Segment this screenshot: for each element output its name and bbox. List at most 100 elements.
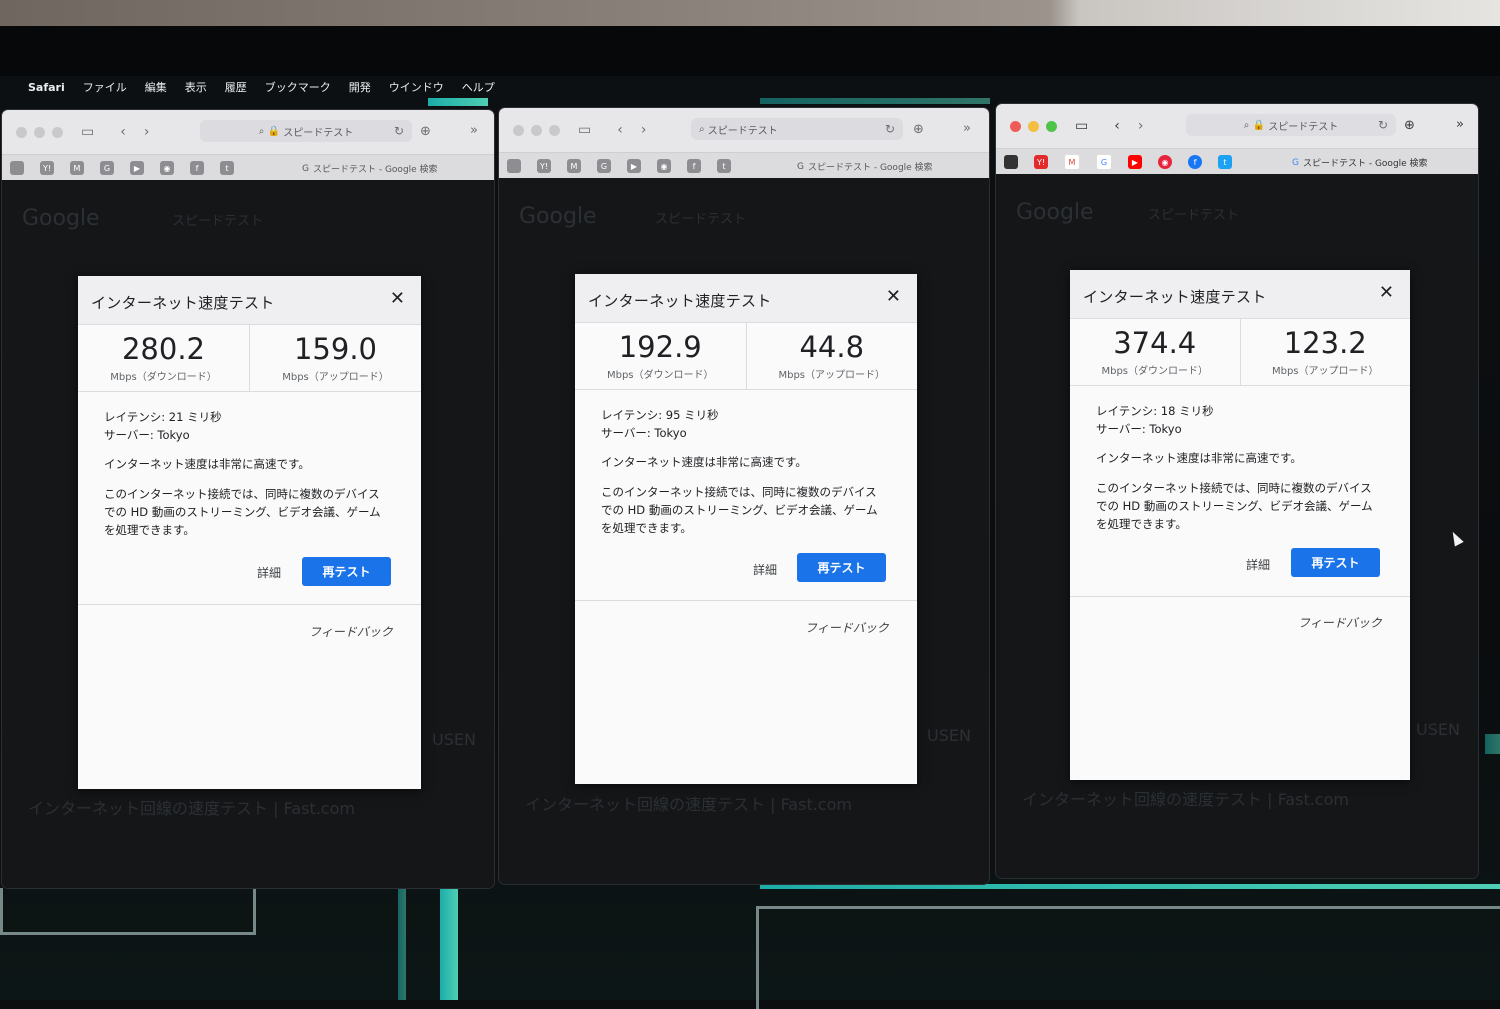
forward-icon[interactable]: › [144, 124, 150, 140]
latency-text: レイテンシ: 95 ミリ秒 [601, 408, 719, 422]
google-fav-icon[interactable]: G [100, 161, 114, 175]
twitter-fav-icon[interactable]: t [1218, 155, 1232, 169]
feedback-link[interactable]: フィードバック [309, 623, 393, 640]
gmail-fav-icon[interactable]: M [567, 159, 581, 173]
youtube-fav-icon[interactable]: ▶ [130, 161, 144, 175]
yahoo-fav-icon[interactable]: Y! [40, 161, 54, 175]
apple-fav-icon[interactable] [10, 161, 24, 175]
download-result: 374.4 Mbps（ダウンロード） [1070, 318, 1240, 385]
twitter-fav-icon[interactable]: t [717, 159, 731, 173]
minimize-window-button[interactable] [34, 126, 45, 138]
youtube-fav-icon[interactable]: ▶ [627, 159, 641, 173]
address-bar[interactable]: ⌕ 🔒 スピードテスト ↻ [1186, 114, 1396, 136]
twitter-fav-icon[interactable]: t [220, 161, 234, 175]
menu-file[interactable]: ファイル [83, 79, 127, 95]
sidebar-icon[interactable]: ▭ [578, 122, 591, 138]
music-fav-icon[interactable]: ◉ [1158, 155, 1172, 169]
facebook-fav-icon[interactable]: f [190, 161, 204, 175]
tab-title[interactable]: G スピードテスト - Google 検索 [1292, 156, 1428, 170]
yahoo-fav-icon[interactable]: Y! [537, 159, 551, 173]
sidebar-icon[interactable]: ▭ [81, 124, 94, 140]
details-link[interactable]: 詳細 [257, 564, 281, 581]
music-fav-icon[interactable]: ◉ [657, 159, 671, 173]
download-icon[interactable]: ⊕ [420, 124, 431, 139]
reload-icon[interactable]: ↻ [394, 124, 404, 138]
retest-button[interactable]: 再テスト [1291, 548, 1380, 577]
close-icon[interactable]: ✕ [1379, 282, 1394, 303]
menu-bookmarks[interactable]: ブックマーク [265, 79, 331, 95]
speed-results: 374.4 Mbps（ダウンロード） 123.2 Mbps（アップロード） [1070, 318, 1410, 386]
tab-title-text: スピードテスト - Google 検索 [807, 163, 933, 173]
browser-window-2[interactable]: ▭ ‹ › ⌕ スピードテスト ↻ ⊕ » Y! M G ▶ ◉ f t G ス… [499, 108, 989, 884]
dialog-title: インターネット速度テスト [588, 292, 772, 310]
address-bar[interactable]: ⌕ スピードテスト ↻ [691, 118, 903, 140]
close-icon[interactable]: ✕ [390, 288, 405, 309]
menu-help[interactable]: ヘルプ [462, 79, 495, 95]
bg-search-query: スピードテスト [1148, 208, 1240, 223]
youtube-fav-icon[interactable]: ▶ [1128, 155, 1142, 169]
retest-button[interactable]: 再テスト [302, 557, 391, 586]
menu-develop[interactable]: 開発 [349, 79, 371, 95]
close-window-button[interactable] [513, 124, 524, 136]
reload-icon[interactable]: ↻ [885, 122, 895, 136]
test-info: レイテンシ: 18 ミリ秒 サーバー: Tokyo インターネット速度は非常に高… [1096, 402, 1390, 533]
facebook-fav-icon[interactable]: f [687, 159, 701, 173]
bg-google-logo: Google [1016, 200, 1094, 225]
minimize-window-button[interactable] [1028, 120, 1039, 132]
close-window-button[interactable] [1010, 120, 1021, 132]
retest-button[interactable]: 再テスト [797, 553, 886, 582]
sidebar-icon[interactable]: ▭ [1075, 118, 1088, 134]
wallpaper-glow [428, 98, 488, 106]
details-link[interactable]: 詳細 [753, 561, 777, 578]
tab-title[interactable]: G スピードテスト - Google 検索 [302, 162, 438, 176]
dialog-header: インターネット速度テスト ✕ [1070, 270, 1410, 319]
more-icon[interactable]: » [963, 121, 971, 136]
feedback-link[interactable]: フィードバック [805, 619, 889, 636]
wall-background [0, 0, 1500, 26]
bg-google-logo: Google [519, 204, 597, 229]
dialog-title: インターネット速度テスト [1083, 288, 1267, 306]
bg-google-logo: Google [22, 206, 100, 231]
menu-safari[interactable]: Safari [28, 81, 65, 94]
menu-history[interactable]: 履歴 [225, 79, 247, 95]
gmail-fav-icon[interactable]: M [70, 161, 84, 175]
upload-unit: Mbps（アップロード） [778, 370, 886, 381]
apple-icon[interactable] [4, 81, 14, 93]
yahoo-fav-icon[interactable]: Y! [1034, 155, 1048, 169]
details-link[interactable]: 詳細 [1246, 556, 1270, 573]
menu-view[interactable]: 表示 [185, 79, 207, 95]
reload-icon[interactable]: ↻ [1378, 118, 1388, 132]
apple-fav-icon[interactable] [507, 159, 521, 173]
minimize-window-button[interactable] [531, 124, 542, 136]
browser-window-1[interactable]: ▭ ‹ › ⌕ 🔒 スピードテスト ↻ ⊕ » Y! M G ▶ ◉ f t G… [2, 110, 494, 888]
forward-icon[interactable]: › [641, 122, 647, 138]
zoom-window-button[interactable] [1046, 120, 1057, 132]
menu-edit[interactable]: 編集 [145, 79, 167, 95]
download-value: 280.2 [121, 332, 206, 366]
zoom-window-button[interactable] [549, 124, 560, 136]
forward-icon[interactable]: › [1138, 118, 1144, 134]
wallpaper-frame [0, 888, 256, 935]
more-icon[interactable]: » [470, 123, 478, 138]
browser-window-3[interactable]: ▭ ‹ › ⌕ 🔒 スピードテスト ↻ ⊕ » Y! M G ▶ ◉ f t G… [996, 104, 1478, 878]
close-window-button[interactable] [16, 126, 27, 138]
more-icon[interactable]: » [1456, 117, 1464, 132]
feedback-link[interactable]: フィードバック [1298, 614, 1382, 631]
back-icon[interactable]: ‹ [617, 122, 623, 138]
upload-value: 123.2 [1283, 326, 1367, 360]
download-icon[interactable]: ⊕ [913, 122, 924, 137]
close-icon[interactable]: ✕ [886, 286, 901, 307]
menu-window[interactable]: ウインドウ [389, 79, 444, 95]
google-fav-icon[interactable]: G [1096, 154, 1112, 170]
facebook-fav-icon[interactable]: f [1188, 155, 1202, 169]
google-fav-icon[interactable]: G [597, 159, 611, 173]
apple-fav-icon[interactable] [1004, 155, 1018, 169]
back-icon[interactable]: ‹ [120, 124, 126, 140]
music-fav-icon[interactable]: ◉ [160, 161, 174, 175]
gmail-fav-icon[interactable]: M [1064, 154, 1080, 170]
back-icon[interactable]: ‹ [1114, 118, 1120, 134]
tab-title[interactable]: G スピードテスト - Google 検索 [797, 160, 933, 174]
zoom-window-button[interactable] [52, 126, 63, 138]
download-icon[interactable]: ⊕ [1404, 118, 1415, 133]
address-bar[interactable]: ⌕ 🔒 スピードテスト ↻ [200, 120, 412, 142]
